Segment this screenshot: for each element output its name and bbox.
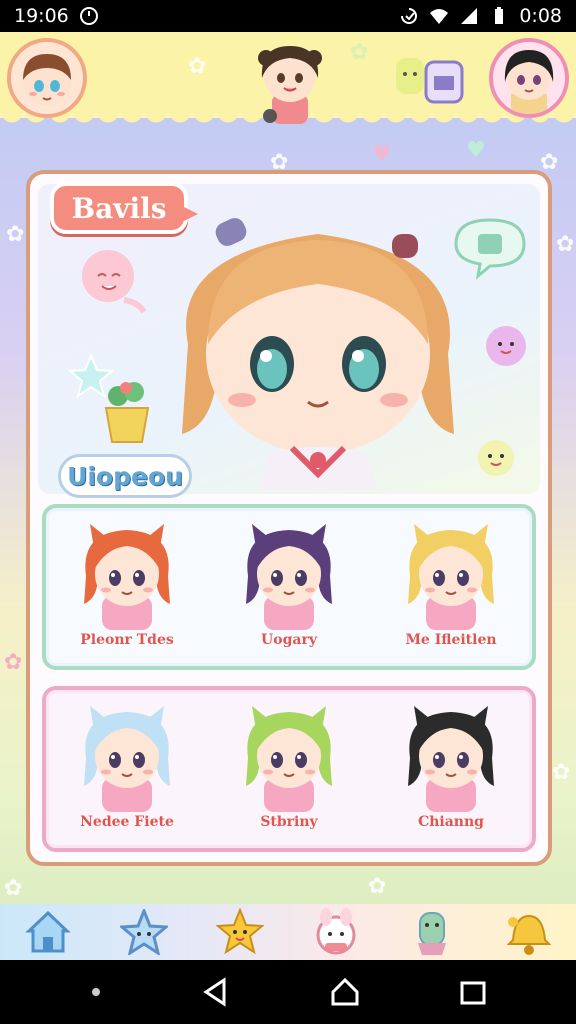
featured-character-art xyxy=(182,218,454,490)
heart-icon: ♥ xyxy=(466,138,486,163)
character-card[interactable]: Nedee Fiete xyxy=(52,700,202,846)
character-card[interactable]: Chianng xyxy=(376,700,526,846)
flower-icon: ✿ xyxy=(4,650,23,675)
flower-icon: ✿ xyxy=(556,232,575,257)
heart-icon: ♥ xyxy=(372,142,392,167)
signal-icon xyxy=(461,8,478,24)
status-bar: 19:06 0:08 xyxy=(0,0,576,32)
character-portrait xyxy=(246,706,332,812)
character-portrait xyxy=(408,706,494,812)
character-row-1: Pleonr Tdes Uogary Me Ifleitlen xyxy=(42,504,536,670)
star-face-icon xyxy=(216,908,264,955)
nav-favorites[interactable] xyxy=(118,906,170,958)
flower-icon: ✿ xyxy=(188,54,207,79)
flower-icon: ✿ xyxy=(350,40,369,65)
nav-rewards[interactable] xyxy=(214,906,266,958)
battery-icon xyxy=(495,7,504,24)
header-mascot xyxy=(248,36,332,128)
profile-avatar-button[interactable] xyxy=(7,38,87,118)
sun-face-icon xyxy=(478,440,514,476)
bunny-icon xyxy=(316,908,356,955)
boy-avatar-icon xyxy=(23,54,71,106)
nav-home[interactable] xyxy=(22,906,74,958)
alarm-icon xyxy=(79,7,98,25)
character-name: Pleonr Tdes xyxy=(80,632,174,648)
featured-character-name[interactable]: Uiopeou xyxy=(58,454,192,498)
dot-icon xyxy=(91,988,100,996)
character-portrait xyxy=(84,706,170,812)
flower-icon: ✿ xyxy=(4,876,23,901)
gift-box-icon[interactable] xyxy=(390,52,468,110)
status-right: 0:08 xyxy=(399,5,562,27)
home-icon xyxy=(25,910,71,953)
character-name: Stbriny xyxy=(260,814,318,830)
back-icon[interactable] xyxy=(200,976,232,1008)
status-clock: 0:08 xyxy=(519,5,562,27)
status-left: 19:06 xyxy=(14,5,99,27)
character-card[interactable]: Stbriny xyxy=(214,700,364,846)
main-card: Bavils Uiopeou Pleonr Tdes Uogary Me Ifl… xyxy=(26,170,552,866)
data-saver-icon xyxy=(401,8,418,24)
purple-ghost-icon xyxy=(486,326,526,366)
flower-icon: ✿ xyxy=(540,150,559,175)
character-card[interactable]: Me Ifleitlen xyxy=(376,518,526,664)
character-card[interactable]: Pleonr Tdes xyxy=(52,518,202,664)
bell-icon xyxy=(506,914,551,955)
bottom-nav xyxy=(0,904,576,960)
chibi-girl-icon xyxy=(258,46,322,124)
character-row-2: Nedee Fiete Stbriny Chianng xyxy=(42,686,536,852)
flower-icon: ✿ xyxy=(6,222,25,247)
character-portrait xyxy=(246,524,332,630)
featured-character-panel: Bavils Uiopeou xyxy=(38,182,540,498)
character-card[interactable]: Uogary xyxy=(214,518,364,664)
character-portrait xyxy=(408,524,494,630)
star-icon xyxy=(120,909,168,955)
flower-icon: ✿ xyxy=(552,760,571,785)
character-name: Uogary xyxy=(261,632,317,648)
potted-plant-icon xyxy=(104,382,150,443)
nav-notifications[interactable] xyxy=(502,906,554,958)
friend-avatar-button[interactable] xyxy=(489,38,569,118)
wifi-icon xyxy=(430,9,449,24)
character-portrait xyxy=(84,524,170,630)
nav-pets[interactable] xyxy=(310,906,362,958)
status-time: 19:06 xyxy=(14,5,69,27)
nav-garden[interactable] xyxy=(406,906,458,958)
flower-icon: ✿ xyxy=(368,874,387,899)
girl-avatar-icon xyxy=(504,50,554,114)
pink-ghost-icon xyxy=(82,250,147,314)
recents-icon[interactable] xyxy=(458,977,488,1007)
android-nav-bar xyxy=(0,960,576,1024)
character-name: Me Ifleitlen xyxy=(405,632,497,648)
home-button-icon[interactable] xyxy=(329,976,361,1008)
gift-icon xyxy=(396,58,464,104)
character-name: Nedee Fiete xyxy=(80,814,174,830)
character-name: Chianng xyxy=(418,814,484,830)
cactus-icon xyxy=(418,912,446,955)
